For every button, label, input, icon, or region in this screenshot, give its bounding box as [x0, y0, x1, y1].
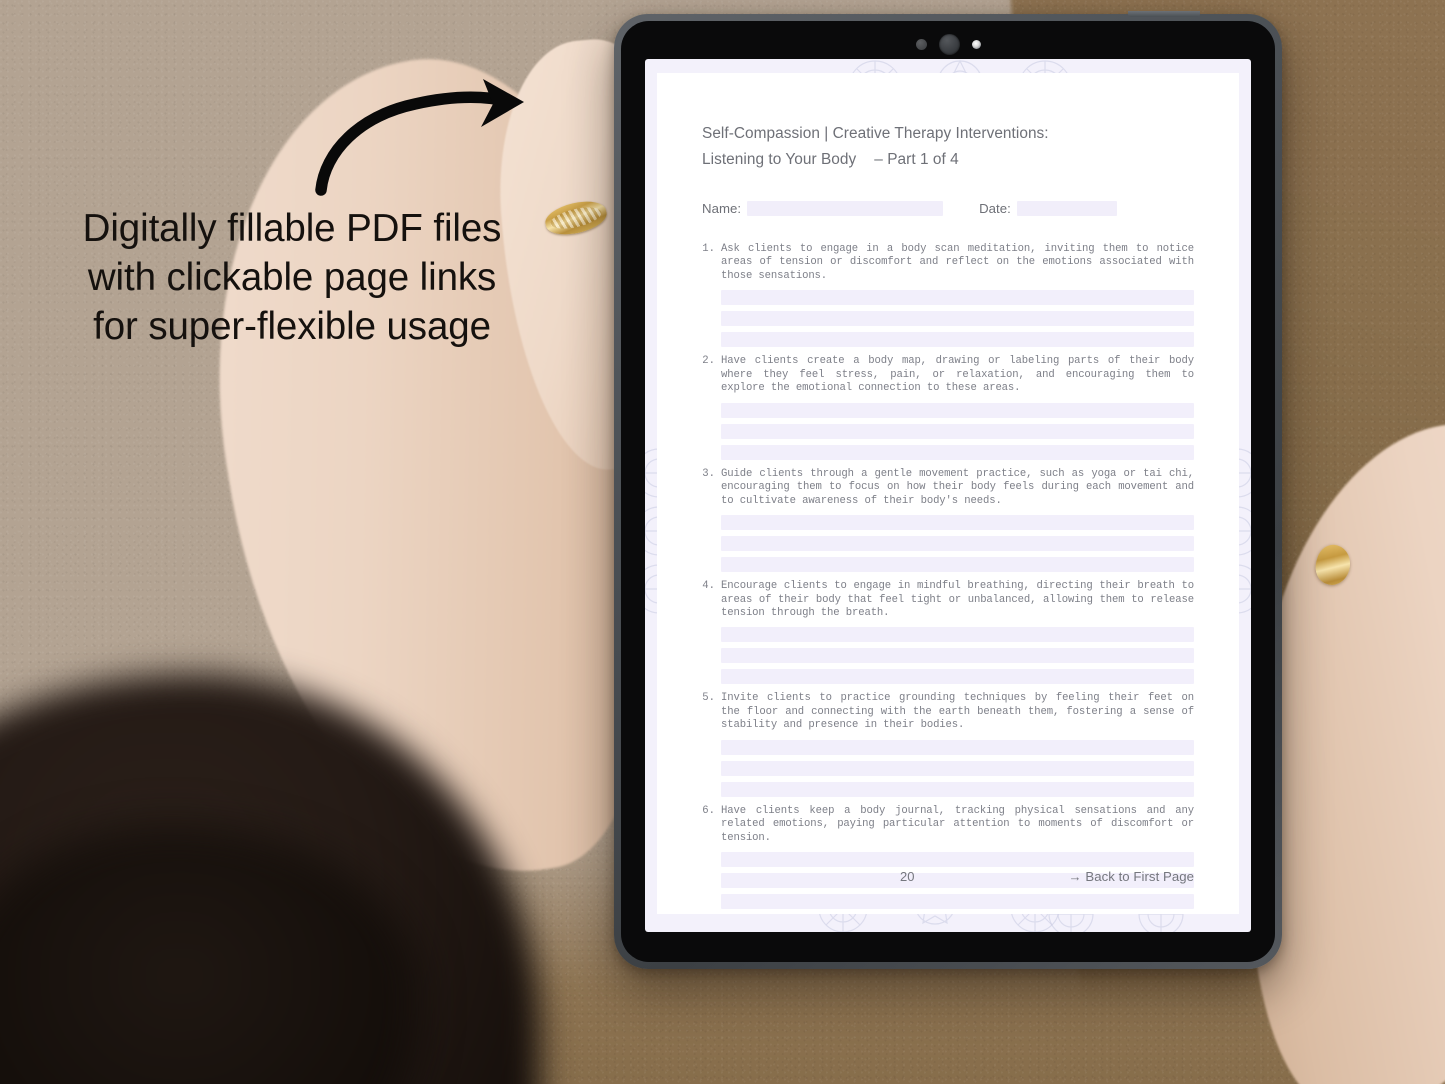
- product-mockup-scene: Digitally fillable PDF files with clicka…: [0, 0, 1445, 1084]
- answer-input[interactable]: [721, 760, 1194, 776]
- title-part-label: – Part 1 of 4: [874, 151, 959, 169]
- answer-field-group: [721, 515, 1194, 573]
- question-number: 4.: [702, 580, 715, 593]
- question-item: 6. Have clients keep a body journal, trac…: [702, 804, 1194, 910]
- question-text: Encourage clients to engage in mindful b…: [721, 580, 1194, 619]
- question-body: Invite clients to practice grounding tec…: [721, 691, 1194, 797]
- question-body: Have clients keep a body journal, tracki…: [721, 804, 1194, 910]
- question-list: 1. Ask clients to engage in a body scan m…: [702, 242, 1194, 910]
- question-body: Guide clients through a gentle movement …: [721, 467, 1194, 573]
- question-body: Ask clients to engage in a body scan med…: [721, 242, 1194, 348]
- curved-arrow-icon: [315, 79, 524, 196]
- answer-input[interactable]: [721, 852, 1194, 868]
- promo-line-1: Digitally fillable PDF files: [82, 207, 502, 250]
- answer-input[interactable]: [721, 536, 1194, 552]
- question-text: Ask clients to engage in a body scan med…: [721, 242, 1194, 282]
- pdf-page: Self-Compassion | Creative Therapy Inter…: [645, 59, 1251, 932]
- answer-field-group: [721, 739, 1194, 797]
- date-label: Date:: [979, 200, 1011, 216]
- answer-field-group: [721, 290, 1194, 348]
- question-item: 5. Invite clients to practice grounding t…: [702, 691, 1194, 797]
- title-line-2-wrap: Listening to Your Body – Part 1 of 4: [702, 147, 1194, 173]
- question-item: 1. Ask clients to engage in a body scan m…: [702, 242, 1194, 348]
- power-button[interactable]: [1128, 11, 1200, 17]
- question-item: 2. Have clients create a body map, drawin…: [702, 354, 1194, 460]
- question-text: Have clients keep a body journal, tracki…: [721, 804, 1194, 844]
- answer-input[interactable]: [721, 557, 1194, 573]
- answer-input[interactable]: [721, 423, 1194, 439]
- title-line-1: Self-Compassion | Creative Therapy Inter…: [702, 125, 1049, 142]
- question-item: 3. Guide clients through a gentle movemen…: [702, 467, 1194, 573]
- camera-lens-icon: [938, 33, 960, 55]
- title-line-2: Listening to Your Body: [702, 151, 857, 169]
- camera-dot-icon: [915, 38, 927, 50]
- answer-input[interactable]: [721, 894, 1194, 910]
- question-number: 1.: [702, 242, 715, 255]
- identity-row: Name: Date:: [702, 200, 1194, 216]
- question-number: 2.: [702, 355, 715, 368]
- tablet-device: Self-Compassion | Creative Therapy Inter…: [614, 11, 1282, 969]
- answer-field-group: [721, 402, 1194, 460]
- question-text: Guide clients through a gentle movement …: [721, 467, 1194, 507]
- date-input[interactable]: [1016, 200, 1117, 216]
- answer-input[interactable]: [721, 444, 1194, 460]
- ambient-sensor-icon: [971, 39, 981, 49]
- answer-input[interactable]: [721, 739, 1194, 755]
- question-item: 4. Encourage clients to engage in mindful…: [702, 579, 1194, 685]
- promo-line-3: for super-flexible usage: [93, 304, 491, 348]
- promo-text: Digitally fillable PDF files with clicka…: [44, 205, 540, 352]
- back-to-first-page-link[interactable]: → Back to First Page: [1068, 869, 1194, 884]
- worksheet-sheet: Self-Compassion | Creative Therapy Inter…: [657, 73, 1239, 914]
- camera-cluster: [621, 33, 1275, 55]
- answer-input[interactable]: [721, 402, 1194, 418]
- question-number: 5.: [702, 692, 715, 705]
- answer-input[interactable]: [721, 648, 1194, 664]
- promo-line-2: with clickable page links: [87, 255, 497, 299]
- answer-input[interactable]: [721, 515, 1194, 531]
- question-text: Have clients create a body map, drawing …: [721, 355, 1194, 395]
- question-number: 3.: [702, 467, 715, 480]
- answer-input[interactable]: [721, 332, 1194, 348]
- page-number: 20: [899, 869, 915, 884]
- answer-input[interactable]: [721, 781, 1194, 797]
- answer-input[interactable]: [721, 669, 1194, 685]
- name-label: Name:: [702, 200, 742, 216]
- answer-input[interactable]: [721, 627, 1194, 643]
- tablet-bezel: Self-Compassion | Creative Therapy Inter…: [621, 21, 1275, 962]
- page-footer: 20 → Back to First Page: [702, 869, 1194, 884]
- answer-input[interactable]: [721, 290, 1194, 306]
- answer-input[interactable]: [721, 311, 1194, 327]
- question-body: Encourage clients to engage in mindful b…: [721, 579, 1194, 685]
- question-number: 6.: [702, 804, 715, 817]
- page-title: Self-Compassion | Creative Therapy Inter…: [702, 121, 1194, 174]
- question-text: Invite clients to practice grounding tec…: [721, 692, 1194, 732]
- answer-field-group: [721, 627, 1194, 685]
- name-input[interactable]: [747, 200, 944, 216]
- question-body: Have clients create a body map, drawing …: [721, 354, 1194, 460]
